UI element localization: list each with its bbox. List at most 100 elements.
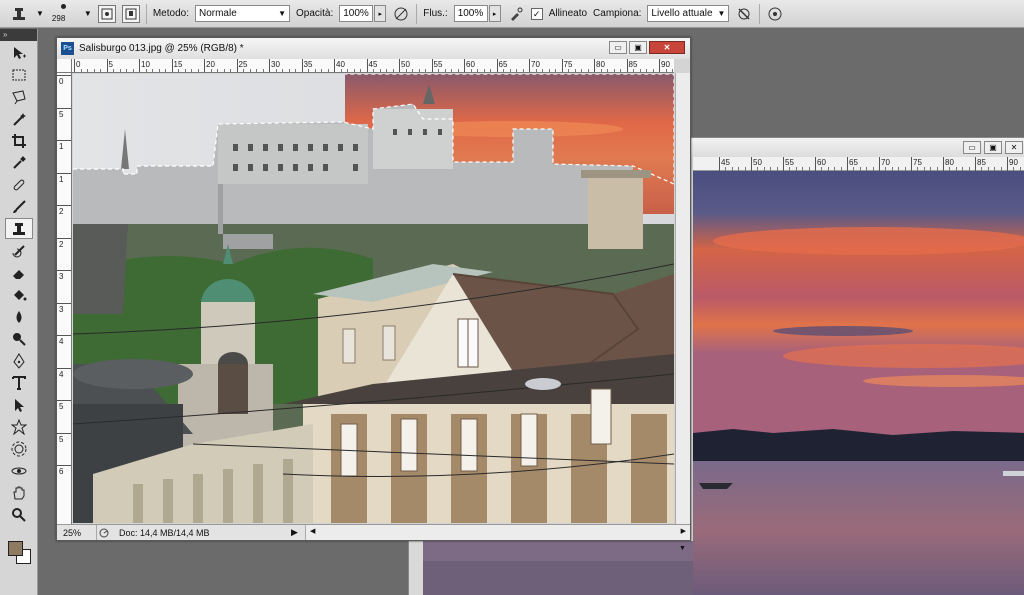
ruler-tick xyxy=(74,59,75,72)
mode-select[interactable]: Normale ▼ xyxy=(194,5,290,22)
vertical-ruler[interactable]: 0 5 1 1 2 2 3 3 4 4 5 5 6 xyxy=(57,73,72,524)
brush-panel-toggle-button[interactable] xyxy=(97,4,116,23)
scroll-left-icon[interactable]: ◀ xyxy=(310,527,315,535)
ruler-minor-tick xyxy=(600,69,602,72)
brush-tool-icon[interactable] xyxy=(5,196,33,217)
3d-rotate-tool-icon[interactable] xyxy=(5,438,33,459)
ruler-label: 15 xyxy=(173,60,183,69)
healing-brush-tool-icon[interactable] xyxy=(5,174,33,195)
eraser-tool-icon[interactable] xyxy=(5,262,33,283)
clone-source-panel-button[interactable] xyxy=(121,4,140,23)
ruler-label: 40 xyxy=(336,60,345,69)
ruler-minor-tick xyxy=(509,69,511,72)
ruler-minor-tick xyxy=(275,69,277,72)
ruler-minor-tick xyxy=(633,69,634,72)
clone-stamp-preset-icon[interactable] xyxy=(8,4,30,24)
ruler-origin[interactable] xyxy=(57,59,72,73)
status-menu-arrow-icon[interactable]: ▶ xyxy=(291,527,305,538)
sample-label: Campiona: xyxy=(593,8,642,19)
minimize-button[interactable]: ▭ xyxy=(963,141,981,154)
chevron-down-icon: ▼ xyxy=(278,9,286,18)
horizontal-scrollbar[interactable]: ◀ ▶ xyxy=(305,525,690,540)
ruler-minor-tick xyxy=(483,69,485,72)
clone-stamp-tool-icon[interactable] xyxy=(5,218,33,239)
ruler-tick xyxy=(334,59,335,72)
pressure-size-icon[interactable] xyxy=(766,5,784,23)
history-brush-tool-icon[interactable] xyxy=(5,240,33,261)
ruler-tick xyxy=(57,432,71,434)
ruler-tick xyxy=(57,465,71,466)
ruler-tick xyxy=(236,59,238,72)
brush-picker[interactable]: 298 xyxy=(50,2,78,26)
flow-input[interactable]: 100% xyxy=(453,5,488,22)
marquee-tool-icon[interactable] xyxy=(5,64,33,85)
airbrush-icon[interactable] xyxy=(507,5,525,23)
flow-slider-button[interactable]: ▸ xyxy=(488,5,501,22)
horizontal-ruler[interactable]: 0 5 10 15 20 25 30 35 40 45 50 55 60 65 70 75 80 85 90 xyxy=(72,59,674,73)
ruler-minor-tick xyxy=(405,69,407,72)
ruler-minor-tick xyxy=(249,69,251,72)
ruler-minor-tick xyxy=(295,69,296,72)
zoom-level-field[interactable]: 25% xyxy=(57,525,97,540)
document-canvas[interactable] xyxy=(73,74,674,523)
ruler-minor-tick xyxy=(386,69,387,72)
ruler-label: 45 xyxy=(721,158,730,167)
ruler-minor-tick xyxy=(132,69,134,72)
sample-select[interactable]: Livello attuale ▼ xyxy=(647,5,730,22)
ruler-minor-tick xyxy=(119,69,121,72)
hand-tool-icon[interactable] xyxy=(5,482,33,503)
ruler-minor-tick xyxy=(373,69,374,72)
scroll-right-icon[interactable]: ▶ xyxy=(681,527,686,535)
opacity-input[interactable]: 100% xyxy=(339,5,374,22)
scroll-down-icon[interactable]: ▼ xyxy=(679,545,686,552)
maximize-button[interactable]: ▣ xyxy=(629,41,647,54)
ignore-adjustment-layers-icon[interactable] xyxy=(735,5,753,23)
secondary-horizontal-ruler: 45 50 55 60 65 70 75 80 85 90 xyxy=(693,157,1024,171)
ruler-tick xyxy=(57,205,71,206)
opacity-slider-button[interactable]: ▸ xyxy=(374,5,387,22)
zoom-tool-icon[interactable] xyxy=(5,504,33,525)
path-selection-tool-icon[interactable] xyxy=(5,394,33,415)
ruler-minor-tick xyxy=(522,69,524,72)
eyedropper-tool-icon[interactable] xyxy=(5,152,33,173)
ruler-minor-tick xyxy=(158,69,160,72)
ruler-minor-tick xyxy=(607,69,608,72)
3d-orbit-tool-icon[interactable] xyxy=(5,460,33,481)
type-tool-icon[interactable] xyxy=(5,372,33,393)
status-info-icon[interactable] xyxy=(97,528,111,538)
pen-tool-icon[interactable] xyxy=(5,350,33,371)
ruler-label: 70 xyxy=(531,60,540,69)
ruler-minor-tick xyxy=(353,69,355,72)
vertical-scrollbar[interactable]: ▼ xyxy=(675,73,690,552)
ruler-minor-tick xyxy=(314,69,316,72)
ruler-tick xyxy=(366,59,368,72)
brush-picker-dropdown-icon[interactable]: ▼ xyxy=(84,9,92,18)
close-button[interactable]: ✕ xyxy=(649,41,685,54)
document-titlebar[interactable]: Ps Salisburgo 013.jpg @ 25% (RGB/8) * ▭ … xyxy=(57,38,690,59)
ruler-tick xyxy=(139,59,140,72)
aligned-checkbox[interactable]: ✓ xyxy=(530,7,543,20)
separator xyxy=(759,3,761,24)
magic-wand-tool-icon[interactable] xyxy=(5,108,33,129)
paint-bucket-tool-icon[interactable] xyxy=(5,284,33,305)
tools-panel: » xyxy=(0,29,38,595)
ruler-label: 80 xyxy=(945,158,954,167)
tool-preset-dropdown-icon[interactable]: ▼ xyxy=(36,9,44,18)
ruler-label: 1 xyxy=(59,174,64,184)
ruler-label: 90 xyxy=(661,60,670,69)
minimize-button[interactable]: ▭ xyxy=(609,41,627,54)
move-tool-icon[interactable] xyxy=(5,42,33,63)
crop-tool-icon[interactable] xyxy=(5,130,33,151)
dodge-tool-icon[interactable] xyxy=(5,328,33,349)
close-button[interactable]: ✕ xyxy=(1005,141,1023,154)
lasso-tool-icon[interactable] xyxy=(5,86,33,107)
custom-shape-tool-icon[interactable] xyxy=(5,416,33,437)
foreground-color-swatch[interactable] xyxy=(8,541,23,556)
ruler-label: 75 xyxy=(563,60,573,69)
maximize-button[interactable]: ▣ xyxy=(984,141,1002,154)
tools-panel-grip[interactable]: » xyxy=(0,29,37,41)
salzburg-photo xyxy=(73,74,674,523)
ruler-label: 0 xyxy=(59,77,64,86)
blur-tool-icon[interactable] xyxy=(5,306,33,327)
pressure-opacity-icon[interactable] xyxy=(392,5,410,23)
